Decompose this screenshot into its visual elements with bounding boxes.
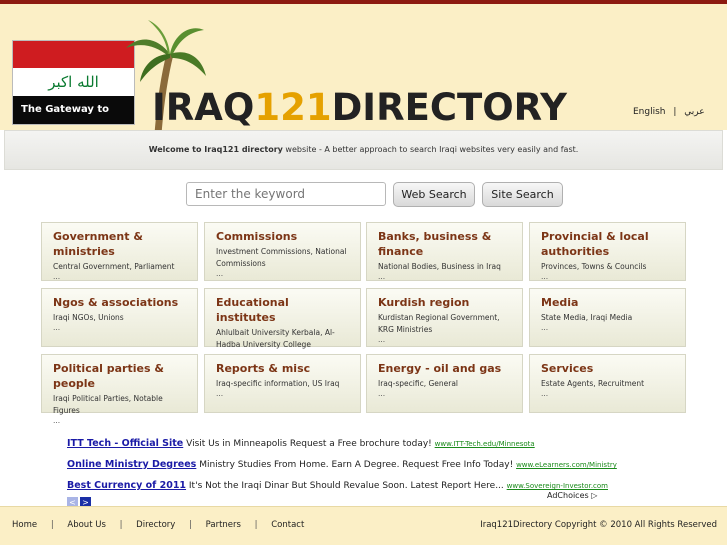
site-footer: Home | About Us | Directory | Partners |… xyxy=(0,506,727,545)
ad-url-link[interactable]: www.eLearners.com/Ministry xyxy=(516,461,617,469)
ad-url-link[interactable]: www.ITT-Tech.edu/Minnesota xyxy=(435,440,535,448)
category-card[interactable]: Banks, business & finance National Bodies… xyxy=(366,222,523,281)
footer-link-directory[interactable]: Directory xyxy=(136,520,175,530)
ad-headline-link[interactable]: Online Ministry Degrees xyxy=(67,459,196,470)
category-card[interactable]: Media State Media, Iraqi Media... xyxy=(529,288,686,347)
welcome-banner: Welcome to Iraq121 directory website - A… xyxy=(4,130,723,170)
ad-url-link[interactable]: www.Sovereign-Investor.com xyxy=(507,482,608,490)
web-search-button[interactable]: Web Search xyxy=(393,182,475,207)
site-logo-text[interactable]: IRAQ121DIRECTORY xyxy=(152,88,567,128)
ad-item: ITT Tech - Official Site Visit Us in Min… xyxy=(67,438,617,459)
lang-english-link[interactable]: English xyxy=(633,107,666,117)
sponsored-ads: ITT Tech - Official Site Visit Us in Min… xyxy=(67,438,617,501)
welcome-text: website - A better approach to search Ir… xyxy=(282,145,579,154)
ad-item: Best Currency of 2011 It's Not the Iraqi… xyxy=(67,480,617,501)
lang-separator: | xyxy=(673,107,677,117)
footer-link-contact[interactable]: Contact xyxy=(271,520,304,530)
site-header: الله اكبر The Gateway to Iraq IRAQ121DIR… xyxy=(0,4,727,143)
ad-item: Online Ministry Degrees Ministry Studies… xyxy=(67,459,617,480)
copyright-text: Iraq121Directory Copyright © 2010 All Ri… xyxy=(480,520,717,530)
flag-caption: The Gateway to Iraq xyxy=(13,96,134,143)
language-switcher: English | عربي xyxy=(633,107,710,117)
category-card[interactable]: Kurdish region Kurdistan Regional Governm… xyxy=(366,288,523,347)
ad-text: It's Not the Iraqi Dinar But Should Reva… xyxy=(186,481,507,491)
category-card[interactable]: Services Estate Agents, Recruitment... xyxy=(529,354,686,413)
category-card[interactable]: Commissions Investment Commissions, Natio… xyxy=(204,222,361,281)
footer-link-home[interactable]: Home xyxy=(12,520,37,530)
footer-link-about[interactable]: About Us xyxy=(67,520,105,530)
category-card[interactable]: Government & ministries Central Governmen… xyxy=(41,222,198,281)
site-search-button[interactable]: Site Search xyxy=(482,182,563,207)
category-card[interactable]: Energy - oil and gas Iraq-specific, Gener… xyxy=(366,354,523,413)
adchoices-link[interactable]: AdChoices ▷ xyxy=(547,491,597,500)
category-card[interactable]: Educational institutes Ahlulbait Universi… xyxy=(204,288,361,359)
flag-takbir-text: الله اكبر xyxy=(13,68,134,96)
ad-headline-link[interactable]: ITT Tech - Official Site xyxy=(67,438,183,449)
keyword-search-input[interactable] xyxy=(186,182,386,206)
welcome-bold: Welcome to Iraq121 directory xyxy=(148,145,283,154)
ad-text: Visit Us in Minneapolis Request a Free b… xyxy=(183,439,435,449)
category-card[interactable]: Reports & misc Iraq-specific information,… xyxy=(204,354,361,413)
category-card[interactable]: Provincial & local authorities Provinces,… xyxy=(529,222,686,281)
footer-nav: Home | About Us | Directory | Partners |… xyxy=(12,520,305,530)
iraq-flag-logo[interactable]: الله اكبر The Gateway to Iraq xyxy=(12,40,135,143)
ad-text: Ministry Studies From Home. Earn A Degre… xyxy=(196,460,517,470)
footer-link-partners[interactable]: Partners xyxy=(206,520,241,530)
category-card[interactable]: Ngos & associations Iraqi NGOs, Unions... xyxy=(41,288,198,347)
lang-arabic-link[interactable]: عربي xyxy=(684,107,704,117)
category-card[interactable]: Political parties & people Iraqi Politica… xyxy=(41,354,198,425)
